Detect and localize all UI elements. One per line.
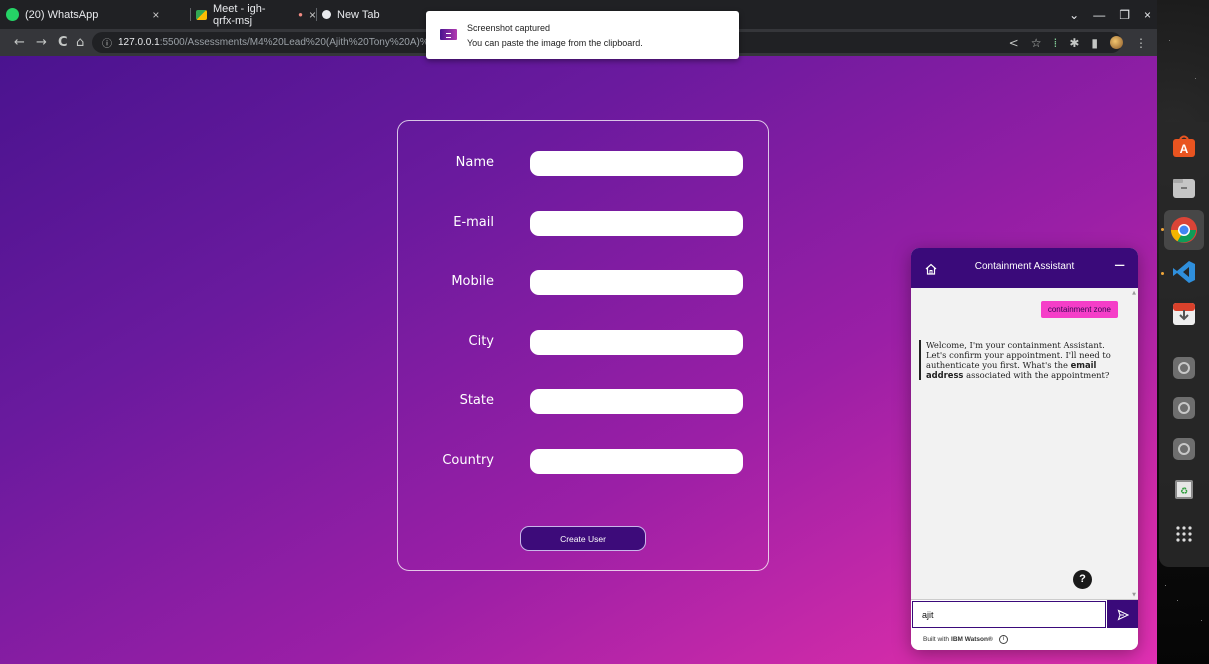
svg-text:♻: ♻ xyxy=(1180,487,1188,497)
chat-input[interactable] xyxy=(912,601,1106,628)
tab-meet[interactable]: Meet - igh-qrfx-msj ● × xyxy=(196,0,316,29)
site-info-icon[interactable]: ⓘ xyxy=(102,35,112,50)
toolbar-actions: < ☆ ⁞ ✱ ▮ ⋮ xyxy=(1009,29,1147,56)
tab-divider xyxy=(190,8,191,21)
app-grid-icon[interactable] xyxy=(1170,520,1198,548)
country-label: Country xyxy=(442,453,494,468)
mobile-label: Mobile xyxy=(451,274,494,289)
create-user-form: Name E-mail Mobile City State Country Cr… xyxy=(397,120,769,571)
close-window-icon[interactable]: × xyxy=(1144,8,1151,22)
tab-new-tab[interactable]: New Tab xyxy=(322,0,412,29)
user-message: containment zone xyxy=(1040,301,1118,318)
restore-icon[interactable]: ❐ xyxy=(1119,8,1130,22)
menu-icon[interactable]: ⋮ xyxy=(1135,36,1147,50)
scroll-up-icon[interactable]: ▲ xyxy=(1131,290,1137,296)
chrome-icon[interactable] xyxy=(1164,210,1204,250)
profile-avatar[interactable] xyxy=(1110,36,1123,49)
state-row: State xyxy=(398,389,768,415)
email-row: E-mail xyxy=(398,211,768,237)
chat-header: Containment Assistant − xyxy=(911,248,1138,288)
screenshot-notification[interactable]: Screenshot captured You can paste the im… xyxy=(426,11,739,59)
whatsapp-icon xyxy=(6,8,19,21)
home-icon[interactable]: ⌂ xyxy=(76,29,84,56)
scroll-down-icon[interactable]: ▼ xyxy=(1131,592,1137,598)
mobile-row: Mobile xyxy=(398,270,768,296)
chat-title: Containment Assistant xyxy=(974,261,1075,272)
email-input[interactable] xyxy=(530,211,743,236)
ubuntu-software-icon[interactable]: A xyxy=(1170,132,1198,160)
screenshot-thumbnail-icon xyxy=(440,29,457,40)
running-indicator xyxy=(1161,272,1164,275)
disk-icon[interactable] xyxy=(1170,354,1198,382)
minimize-icon[interactable]: − xyxy=(1113,256,1126,274)
disk-icon[interactable] xyxy=(1170,435,1198,463)
share-icon[interactable]: < xyxy=(1009,36,1019,50)
state-label: State xyxy=(459,393,494,408)
ubuntu-dock: A ♻ xyxy=(1159,122,1209,567)
city-label: City xyxy=(468,334,494,349)
side-panel-icon[interactable]: ▮ xyxy=(1091,36,1098,50)
city-row: City xyxy=(398,330,768,356)
minimize-icon[interactable]: — xyxy=(1093,8,1105,22)
email-label: E-mail xyxy=(453,215,494,230)
name-label: Name xyxy=(455,155,494,170)
country-input[interactable] xyxy=(530,449,743,474)
tab-label: (20) WhatsApp xyxy=(25,8,99,21)
tab-label: New Tab xyxy=(337,8,380,21)
mobile-input[interactable] xyxy=(530,270,743,295)
help-button[interactable]: ? xyxy=(1073,570,1092,589)
reload-icon[interactable]: C xyxy=(58,29,68,56)
name-row: Name xyxy=(398,151,768,177)
software-updater-icon[interactable] xyxy=(1170,300,1198,328)
chat-messages[interactable]: ▲ ▼ containment zone Welcome, I'm your c… xyxy=(911,288,1138,599)
country-row: Country xyxy=(398,449,768,475)
create-user-button[interactable]: Create User xyxy=(520,526,646,551)
close-icon[interactable]: × xyxy=(309,8,316,22)
tab-whatsapp[interactable]: (20) WhatsApp × xyxy=(6,0,186,29)
extensions-puzzle-icon[interactable]: ✱ xyxy=(1069,36,1079,50)
chat-widget: Containment Assistant − ▲ ▼ containment … xyxy=(911,248,1138,650)
forward-icon[interactable]: → xyxy=(36,29,47,56)
back-icon[interactable]: ← xyxy=(14,29,25,56)
close-icon[interactable]: × xyxy=(152,8,159,22)
bot-message: Welcome, I'm your containment Assistant.… xyxy=(919,340,1124,380)
notification-message: You can paste the image from the clipboa… xyxy=(467,38,643,48)
tab-divider xyxy=(316,8,317,21)
bookmark-star-icon[interactable]: ☆ xyxy=(1031,36,1042,50)
state-input[interactable] xyxy=(530,389,743,414)
chat-input-row xyxy=(911,599,1138,629)
notification-title: Screenshot captured xyxy=(467,23,551,33)
vscode-icon[interactable] xyxy=(1170,258,1198,286)
name-input[interactable] xyxy=(530,151,743,176)
bot-message-text-end: associated with the appointment? xyxy=(963,370,1110,380)
window-controls: ⌄ — ❐ × xyxy=(1069,0,1151,29)
trash-icon[interactable]: ♻ xyxy=(1170,475,1198,503)
chrome-icon xyxy=(322,10,331,19)
recording-dot-icon: ● xyxy=(298,10,303,19)
footer-brand: IBM Watson® xyxy=(951,635,993,643)
city-input[interactable] xyxy=(530,330,743,355)
send-icon xyxy=(1117,608,1129,621)
chat-scrollbar[interactable]: ▲ ▼ xyxy=(1131,290,1137,598)
chat-footer: Built with IBM Watson® i xyxy=(911,628,1138,650)
footer-prefix: Built with xyxy=(923,635,950,643)
tab-search-icon[interactable]: ⌄ xyxy=(1069,8,1079,22)
disk-icon[interactable] xyxy=(1170,394,1198,422)
extension-icon[interactable]: ⁞ xyxy=(1054,36,1058,50)
tab-label: Meet - igh-qrfx-msj xyxy=(213,2,266,27)
google-meet-icon xyxy=(196,9,207,20)
svg-text:A: A xyxy=(1180,142,1189,156)
info-icon[interactable]: i xyxy=(998,634,1008,644)
send-button[interactable] xyxy=(1107,600,1138,629)
url-host: 127.0.0.1 xyxy=(118,37,160,48)
url-path: :5500/Assessments/M4%20Lead%20(Ajith%20T… xyxy=(159,37,470,48)
files-icon[interactable] xyxy=(1170,174,1198,202)
